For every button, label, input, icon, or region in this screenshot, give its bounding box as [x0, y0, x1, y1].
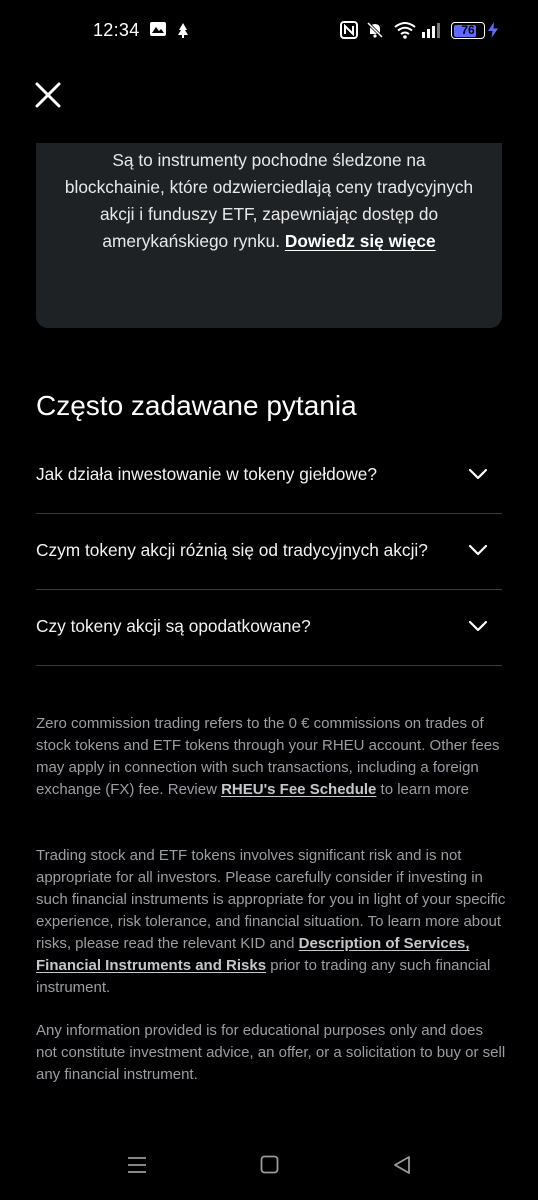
disclaimer-text: to learn more: [380, 781, 469, 798]
gallery-notification-icon: [150, 22, 166, 36]
faq-question: Czym tokeny akcji różnią się od tradycyj…: [36, 540, 428, 560]
close-icon[interactable]: [33, 80, 63, 110]
faq-title: Często zadawane pytania: [36, 390, 357, 421]
learn-more-link[interactable]: Dowiedz się więce: [285, 231, 436, 251]
faq-item[interactable]: Jak działa inwestowanie w tokeny giełdow…: [36, 438, 502, 514]
home-square-icon[interactable]: [260, 1155, 279, 1174]
faq-question: Czy tokeny akcji są opodatkowane?: [36, 616, 311, 636]
signal-icon: [422, 23, 440, 38]
info-card: Są to instrumenty pochodne śledzone na b…: [36, 143, 502, 328]
chevron-down-icon: [468, 544, 488, 556]
status-bar: 12:34 76: [0, 0, 538, 62]
faq-item[interactable]: Czym tokeny akcji różnią się od tradycyj…: [36, 514, 502, 590]
menu-icon[interactable]: [127, 1155, 147, 1175]
wifi-icon: [394, 22, 416, 39]
faq-question: Jak działa inwestowanie w tokeny giełdow…: [36, 464, 378, 484]
disclaimer-commission: Zero commission trading refers to the 0 …: [36, 713, 506, 801]
charging-bolt-icon: [488, 22, 498, 38]
disclaimer-text: Any information provided is for educatio…: [36, 1022, 506, 1083]
chevron-down-icon: [468, 620, 488, 632]
back-triangle-icon[interactable]: [393, 1155, 411, 1175]
disclaimer-educational: Any information provided is for educatio…: [36, 1020, 506, 1086]
status-time: 12:34: [93, 20, 140, 40]
app-notification-icon: [178, 23, 188, 38]
battery-percent: 76: [461, 23, 475, 37]
chevron-down-icon: [468, 468, 488, 480]
system-navigation-bar: [0, 1135, 538, 1200]
nfc-icon: [340, 21, 358, 39]
info-card-text: Są to instrumenty pochodne śledzone na b…: [64, 147, 474, 255]
disclaimer-risk: Trading stock and ETF tokens involves si…: [36, 845, 506, 999]
mute-bell-icon: [366, 21, 384, 39]
fee-schedule-link[interactable]: RHEU's Fee Schedule: [221, 781, 376, 798]
battery-indicator: 76: [451, 22, 485, 39]
faq-item[interactable]: Czy tokeny akcji są opodatkowane?: [36, 590, 502, 666]
